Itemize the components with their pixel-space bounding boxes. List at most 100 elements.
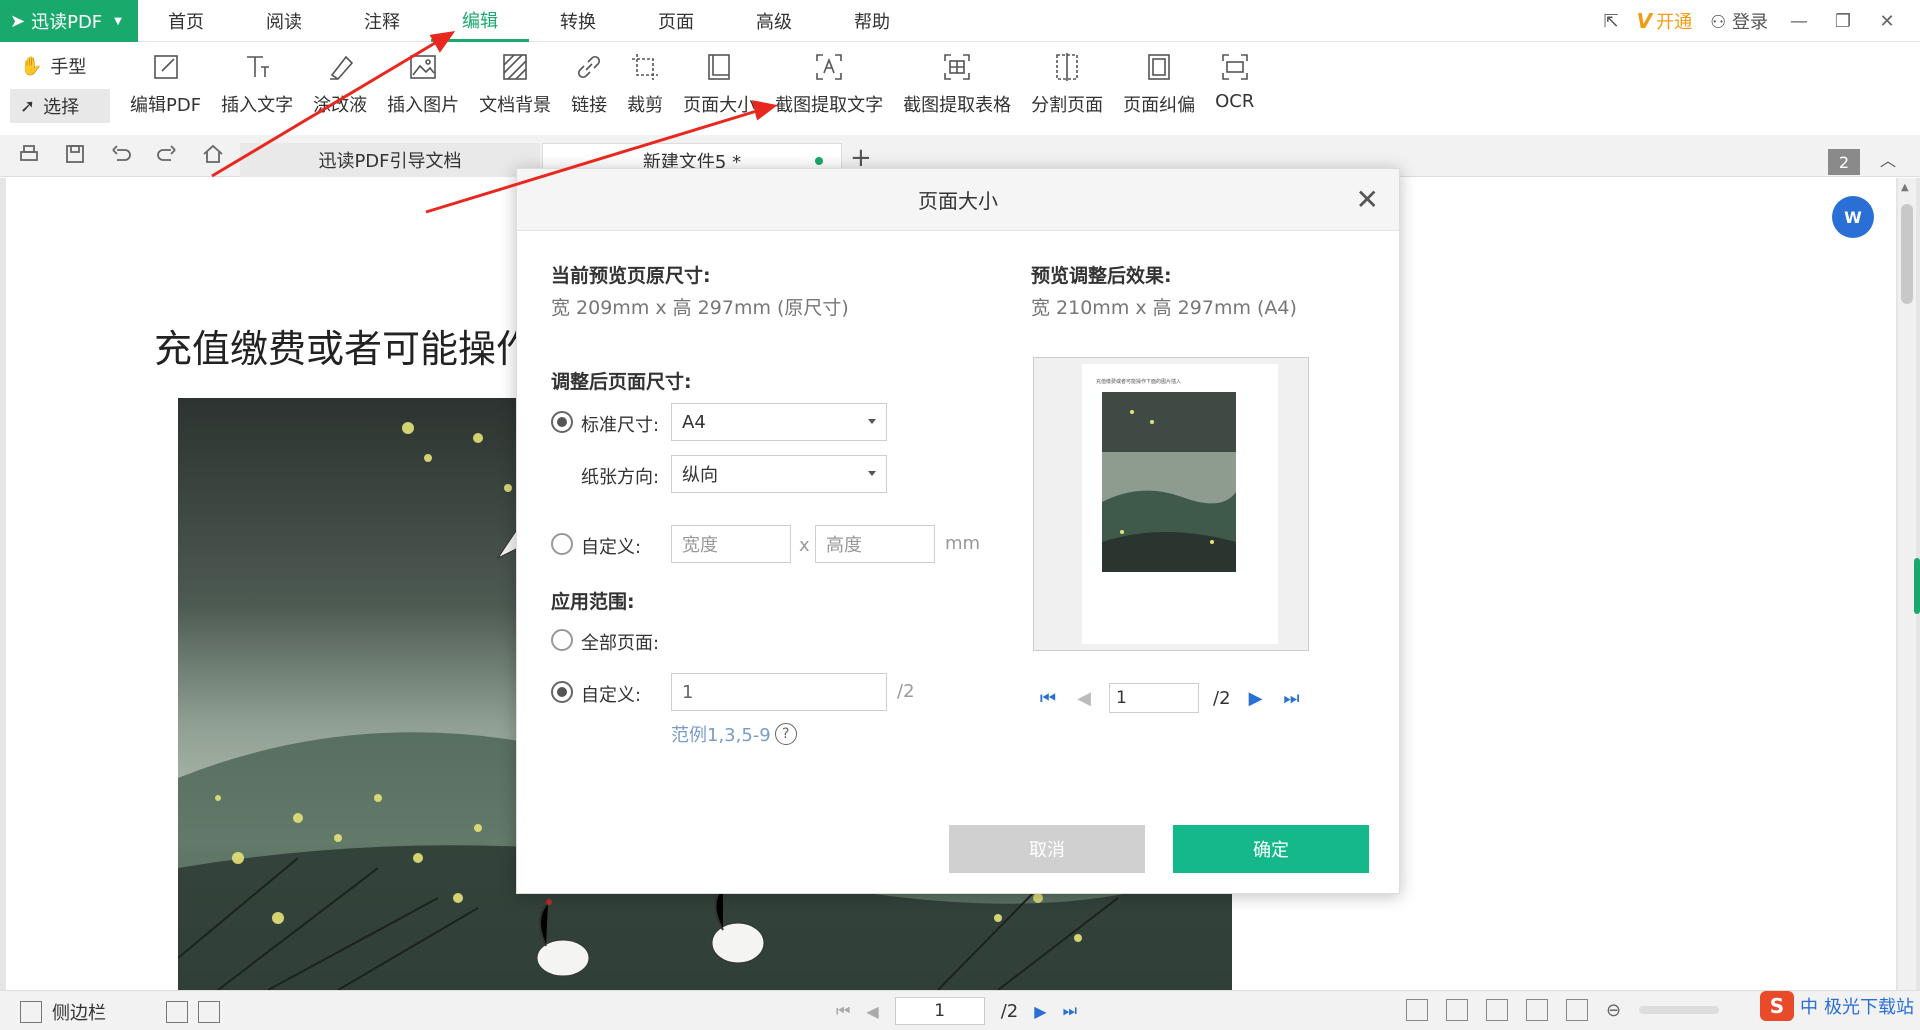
menu-convert[interactable]: 转换 — [529, 0, 627, 42]
menu-advanced[interactable]: 高级 — [725, 0, 823, 42]
quick-actions — [16, 141, 226, 167]
next-page-icon[interactable]: ▶ — [1245, 688, 1267, 709]
document-heading: 充值缴费或者可能操作 — [154, 327, 535, 371]
menu-annotate[interactable]: 注释 — [333, 0, 431, 42]
sidebar-icon — [20, 1001, 42, 1023]
crop-icon — [627, 49, 663, 85]
width-input[interactable]: 宽度 — [671, 525, 791, 563]
hand-mode-button[interactable]: ✋ 手型 — [10, 49, 110, 83]
restore-icon[interactable]: ❐ — [1830, 11, 1856, 32]
help-icon[interactable]: ? — [774, 723, 797, 745]
tool-screenshot-text[interactable]: 截图提取文字 — [765, 49, 893, 117]
word-convert-icon[interactable]: W — [1832, 196, 1874, 238]
first-page-icon[interactable]: ⏮ — [836, 1001, 850, 1021]
scroll-up-icon[interactable]: ▲ — [1901, 182, 1909, 193]
minimize-icon[interactable]: — — [1786, 11, 1812, 32]
single-page-icon[interactable] — [1446, 999, 1468, 1021]
tab-guide-document[interactable]: 迅读PDF引导文档 — [240, 143, 540, 177]
cursor-icon: ➚ — [20, 95, 36, 117]
original-size-label: 当前预览页原尺寸: — [551, 265, 711, 287]
tool-correction-fluid[interactable]: 涂改液 — [303, 49, 377, 117]
save-icon[interactable] — [62, 141, 88, 167]
watermark: S 中 极光下载站 — [1760, 991, 1914, 1021]
tool-document-background[interactable]: 文档背景 — [469, 49, 561, 117]
standard-size-radio[interactable] — [551, 411, 573, 433]
prev-page-icon[interactable]: ◀ — [1073, 688, 1095, 709]
height-input[interactable]: 高度 — [815, 525, 935, 563]
preview-page: 充值缴费或者可能操作下面的图片插入 — [1082, 364, 1278, 644]
tool-screenshot-table[interactable]: 截图提取表格 — [893, 49, 1021, 117]
tool-page-deskew[interactable]: 页面纠偏 — [1113, 49, 1205, 117]
double-page-icon[interactable] — [1486, 999, 1508, 1021]
menu-read[interactable]: 阅读 — [235, 0, 333, 42]
tool-crop[interactable]: 裁剪 — [617, 49, 673, 117]
zoom-slider[interactable] — [1639, 1006, 1720, 1014]
fit-view-icon[interactable] — [1406, 999, 1428, 1021]
continuous-icon[interactable] — [1526, 999, 1548, 1021]
login-button[interactable]: ⚇ 登录 — [1710, 8, 1768, 34]
cancel-button[interactable]: 取消 — [949, 825, 1145, 873]
confirm-button[interactable]: 确定 — [1173, 825, 1369, 873]
expand-right-icon[interactable] — [198, 1001, 220, 1023]
close-icon[interactable]: ✕ — [1874, 11, 1900, 32]
side-indicator — [1914, 558, 1920, 614]
tool-edit-pdf[interactable]: 编辑PDF — [120, 49, 211, 117]
tool-split-page[interactable]: 分割页面 — [1021, 49, 1113, 117]
page-size-icon — [701, 49, 737, 85]
preview-panel: 充值缴费或者可能操作下面的图片插入 — [1033, 357, 1309, 651]
custom-range-radio[interactable] — [551, 681, 573, 703]
first-page-icon[interactable]: ⏮ — [1037, 688, 1059, 709]
undo-icon[interactable] — [108, 141, 134, 167]
select-mode-label: 选择 — [43, 97, 80, 118]
standard-size-select[interactable]: A4 — [671, 403, 887, 441]
dialog-title: 页面大小 — [918, 189, 998, 213]
last-page-icon[interactable]: ⏭ — [1281, 688, 1303, 709]
custom-size-label: 自定义: — [581, 537, 642, 558]
tool-page-size[interactable]: 页面大小 — [673, 49, 765, 117]
custom-size-radio[interactable] — [551, 533, 573, 555]
collapse-left-icon[interactable] — [166, 1001, 188, 1023]
top-right-controls: ⇱ V 开通 ⚇ 登录 — ❐ ✕ — [1604, 0, 1920, 42]
page-input[interactable]: 1 — [894, 997, 985, 1025]
apply-range-label: 应用范围: — [551, 591, 635, 613]
screenshot-text-icon — [811, 49, 847, 85]
chevron-down-icon: ▼ — [114, 15, 122, 27]
preview-page-total: /2 — [1213, 687, 1231, 709]
last-page-icon[interactable]: ⏭ — [1063, 1001, 1077, 1021]
prev-page-icon[interactable]: ◀ — [866, 1002, 878, 1021]
tool-insert-image[interactable]: 插入图片 — [377, 49, 469, 117]
page-size-dialog: 页面大小 ✕ 当前预览页原尺寸: 宽 209mm x 高 297mm (原尺寸)… — [516, 168, 1400, 894]
app-brand-button[interactable]: ➤ 迅读PDF ▼ — [0, 0, 138, 42]
dimension-separator: x — [799, 535, 810, 556]
tool-link[interactable]: 链接 — [561, 49, 617, 117]
collapse-toolbar-icon[interactable]: ︿ — [1880, 147, 1896, 171]
ocr-icon — [1217, 49, 1253, 85]
tool-ocr[interactable]: OCR — [1205, 49, 1264, 117]
scrollbar-thumb[interactable] — [1901, 204, 1913, 304]
next-page-icon[interactable]: ▶ — [1034, 1002, 1046, 1021]
tool-insert-text[interactable]: 插入文字 — [211, 49, 303, 117]
custom-range-input[interactable]: 1 — [671, 673, 887, 711]
orientation-select[interactable]: 纵向 — [671, 455, 887, 493]
split-page-icon — [1049, 49, 1085, 85]
sidebar-toggle[interactable]: 侧边栏 — [20, 999, 220, 1025]
preview-page-input[interactable]: 1 — [1109, 683, 1199, 713]
range-hint: 范例1,3,5-9 ? — [671, 721, 797, 747]
all-pages-radio[interactable] — [551, 629, 573, 651]
menu-help[interactable]: 帮助 — [823, 0, 921, 42]
tool-list: 编辑PDF 插入文字 涂改液 插入图片 文档背景 链接 裁剪 页面大小 截图提取… — [120, 49, 1264, 117]
menu-edit[interactable]: 编辑 — [431, 0, 529, 42]
status-bar: 侧边栏 ⏮ ◀ 1 /2 ▶ ⏭ ⊖ S 中 极光下载站 — [0, 990, 1920, 1030]
menu-bar: ➤ 迅读PDF ▼ 首页 阅读 注释 编辑 转换 页面 高级 帮助 ⇱ V 开通… — [0, 0, 1920, 42]
share-icon[interactable]: ⇱ — [1604, 11, 1619, 32]
zoom-out-icon[interactable]: ⊖ — [1606, 1000, 1621, 1021]
home-icon[interactable] — [200, 141, 226, 167]
menu-home[interactable]: 首页 — [137, 0, 235, 42]
redo-icon[interactable] — [154, 141, 180, 167]
print-icon[interactable] — [16, 141, 42, 167]
menu-page[interactable]: 页面 — [627, 0, 725, 42]
book-view-icon[interactable] — [1566, 999, 1588, 1021]
dialog-close-icon[interactable]: ✕ — [1356, 183, 1379, 216]
select-mode-button[interactable]: ➚ 选择 — [10, 89, 110, 123]
vip-button[interactable]: V 开通 — [1637, 8, 1692, 34]
